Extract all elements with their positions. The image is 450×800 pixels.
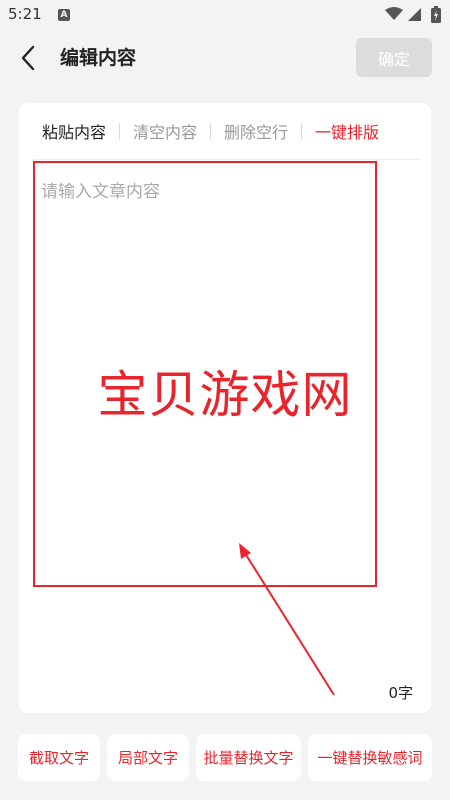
remove-blank-lines-button[interactable]: 删除空行 bbox=[224, 119, 288, 143]
article-content-input[interactable] bbox=[19, 161, 431, 701]
wifi-icon bbox=[385, 7, 403, 20]
clear-content-button[interactable]: 清空内容 bbox=[133, 119, 197, 143]
toolbar-separator bbox=[210, 123, 212, 139]
char-count: 0字 bbox=[388, 682, 413, 703]
char-count-unit: 字 bbox=[397, 684, 413, 702]
battery-icon bbox=[431, 6, 441, 23]
bottom-action-bar: 截取文字 局部文字 批量替换文字 一键替换敏感词 bbox=[18, 734, 432, 781]
app-header: 编辑内容 确定 bbox=[0, 30, 450, 86]
cell-signal-icon bbox=[408, 8, 421, 21]
editor-toolbar: 粘贴内容 清空内容 删除空行 一键排版 bbox=[19, 113, 431, 149]
capture-text-button[interactable]: 截取文字 bbox=[18, 734, 100, 781]
editor-card: 粘贴内容 清空内容 删除空行 一键排版 0字 bbox=[19, 103, 431, 713]
back-button[interactable] bbox=[10, 40, 46, 76]
batch-replace-text-button[interactable]: 批量替换文字 bbox=[196, 734, 301, 781]
partial-text-button[interactable]: 局部文字 bbox=[107, 734, 189, 781]
auto-format-button[interactable]: 一键排版 bbox=[315, 119, 379, 143]
notification-a-icon: A bbox=[58, 9, 70, 21]
toolbar-separator bbox=[119, 123, 121, 139]
status-bar: 5:21 A bbox=[0, 0, 450, 30]
replace-sensitive-words-button[interactable]: 一键替换敏感词 bbox=[308, 734, 432, 781]
status-time: 5:21 bbox=[8, 5, 42, 23]
toolbar-separator bbox=[301, 123, 303, 139]
confirm-button[interactable]: 确定 bbox=[356, 38, 432, 77]
chevron-left-icon bbox=[21, 45, 35, 71]
page-title: 编辑内容 bbox=[60, 47, 137, 69]
toolbar-divider bbox=[33, 159, 421, 160]
paste-content-button[interactable]: 粘贴内容 bbox=[42, 119, 106, 143]
char-count-value: 0 bbox=[388, 684, 398, 702]
